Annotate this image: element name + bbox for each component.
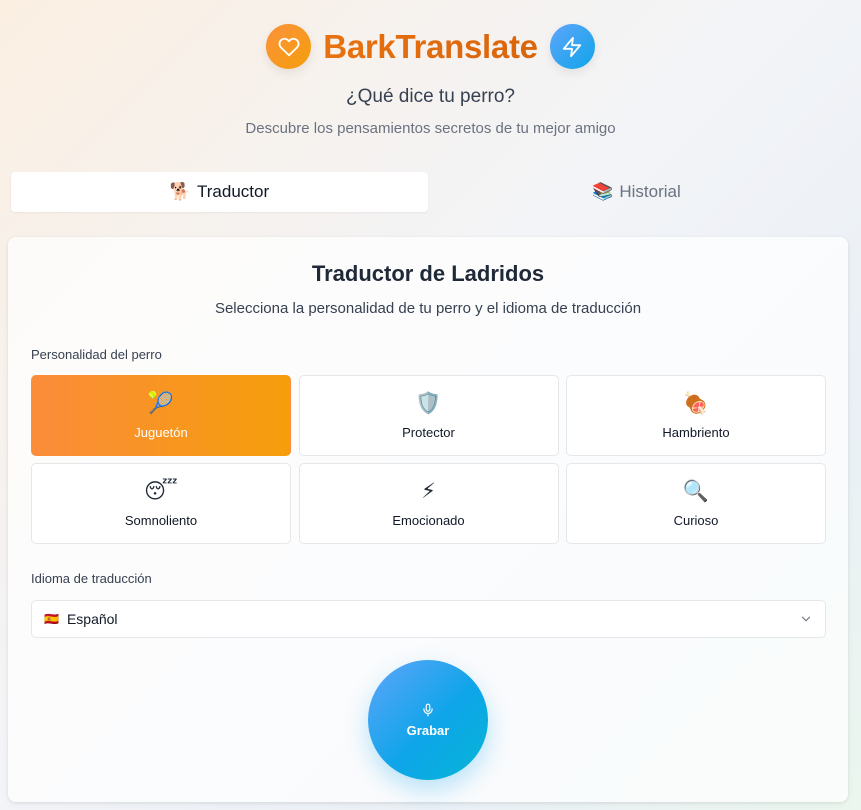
personality-label-text: Hambriento <box>662 424 730 440</box>
microphone-icon <box>423 703 433 716</box>
language-label: Idioma de traducción <box>31 571 152 586</box>
chevron-down-icon <box>801 616 811 622</box>
personality-option-hambriento[interactable]: 🍖 Hambriento <box>566 375 826 456</box>
personality-grid: 🎾 Juguetón 🛡️ Protector 🍖 Hambriento 😴 S… <box>31 375 826 544</box>
language-value: Español <box>66 611 118 627</box>
card-subtitle: Selecciona la personalidad de tu perro y… <box>214 300 642 317</box>
personality-label-text: Emocionado <box>392 512 465 528</box>
meat-icon: 🍖 <box>682 391 710 415</box>
personality-label: Personalidad del perro <box>31 347 162 362</box>
language-select[interactable]: 🇪🇸 Español <box>31 600 826 638</box>
magnifier-icon: 🔍 <box>682 479 710 503</box>
personality-label-text: Protector <box>402 424 455 440</box>
spain-flag-icon: 🇪🇸 <box>44 612 59 626</box>
app-subtitle: ¿Qué dice tu perro? <box>346 86 515 107</box>
card-title: Traductor de Ladridos <box>311 261 545 286</box>
tab-bar: 🐕 Traductor 📚 Historial <box>11 172 845 212</box>
translator-card: Traductor de Ladridos Selecciona la pers… <box>8 237 848 802</box>
tab-label: Historial <box>619 182 681 201</box>
personality-option-emocionado[interactable]: ⚡ Emocionado <box>298 463 559 544</box>
personality-label-text: Somnoliento <box>124 512 198 528</box>
tab-historial[interactable]: 📚 Historial <box>428 172 845 212</box>
tab-label: Traductor <box>197 182 270 201</box>
lightning-icon <box>549 24 595 69</box>
tennis-ball-icon: 🎾 <box>147 391 175 415</box>
brand-header: BarkTranslate <box>0 24 861 69</box>
shield-icon: 🛡️ <box>415 391 442 415</box>
personality-label-text: Curioso <box>673 512 719 528</box>
heart-icon <box>266 24 312 69</box>
app-tagline: Descubre los pensamientos secretos de tu… <box>245 120 616 137</box>
personality-label-text: Juguetón <box>134 424 188 440</box>
dog-icon: 🐕 <box>169 182 192 201</box>
sleeping-face-icon: 😴 <box>144 479 178 503</box>
app-title: BarkTranslate <box>323 27 538 65</box>
personality-option-jugueton[interactable]: 🎾 Juguetón <box>31 375 291 456</box>
personality-option-curioso[interactable]: 🔍 Curioso <box>566 463 826 544</box>
record-label: Grabar <box>406 722 450 738</box>
record-button[interactable]: Grabar <box>368 660 488 780</box>
personality-option-somnoliento[interactable]: 😴 Somnoliento <box>31 463 291 544</box>
personality-option-protector[interactable]: 🛡️ Protector <box>298 375 559 456</box>
tab-traductor[interactable]: 🐕 Traductor <box>11 172 428 212</box>
lightning-icon: ⚡ <box>421 479 436 503</box>
books-icon: 📚 <box>592 182 614 201</box>
